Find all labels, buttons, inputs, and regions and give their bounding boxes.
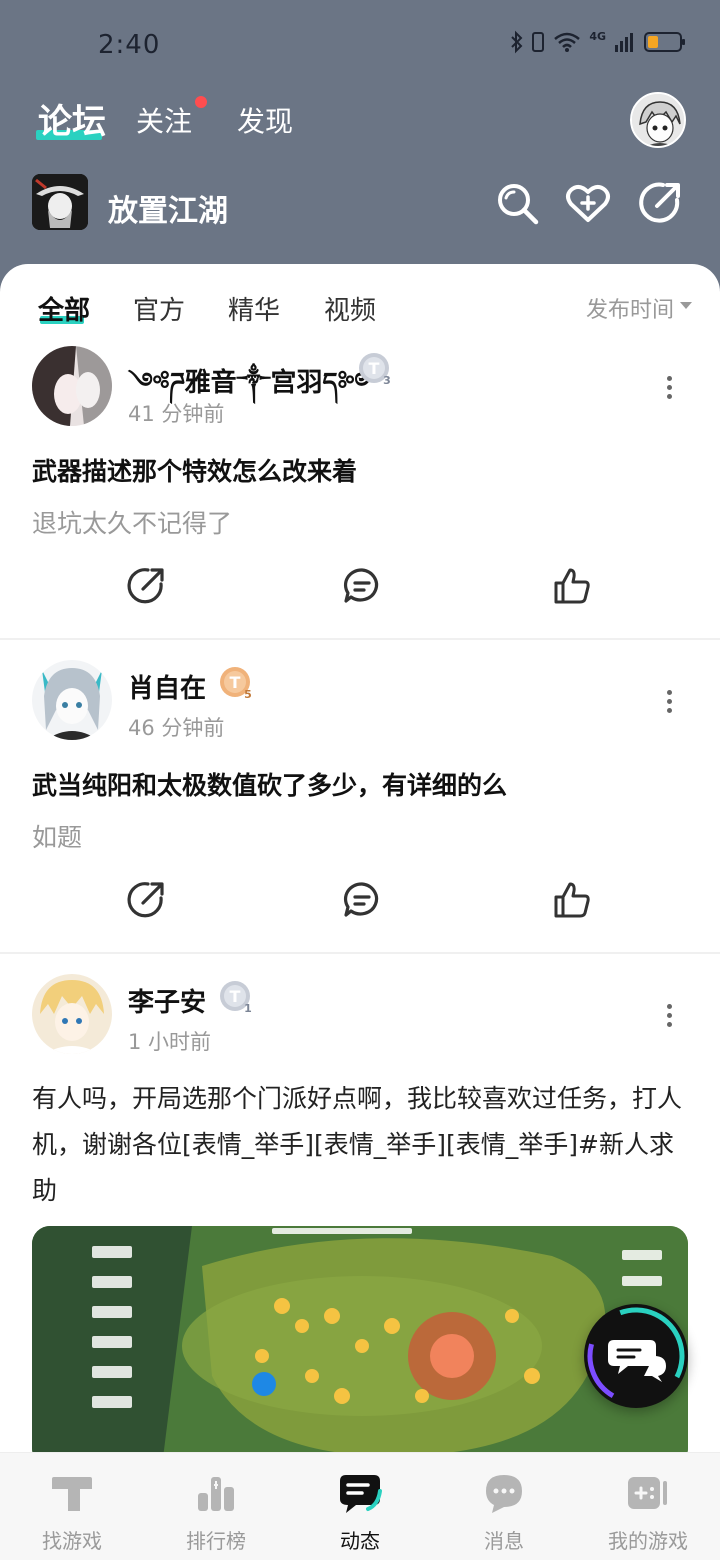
top-nav: 论坛 关注 发现 — [0, 90, 720, 160]
author-avatar[interactable] — [32, 660, 112, 740]
nav-messages[interactable]: 消息 — [432, 1453, 576, 1560]
author-avatar[interactable] — [32, 346, 112, 426]
network-type-label: 4G — [589, 29, 606, 43]
share-icon[interactable] — [126, 880, 166, 920]
post-title[interactable]: 武当纯阳和太极数值砍了多少，有详细的么 — [32, 766, 507, 802]
level-badge-icon: T1 — [220, 981, 252, 1014]
post-body[interactable]: 有人吗，开局选那个门派好点啊，我比较喜欢过任务，打人机，谢谢各位[表情_举手][… — [32, 1076, 692, 1214]
post-time: 1 小时前 — [128, 1030, 212, 1054]
status-bar: 2:40 4G — [0, 0, 720, 90]
post-title[interactable]: 武器描述那个特效怎么改来着 — [32, 452, 357, 488]
nav-rankings[interactable]: 排行榜 — [144, 1453, 288, 1560]
user-avatar[interactable] — [630, 92, 686, 148]
svg-text:1: 1 — [244, 1002, 252, 1014]
more-options-icon[interactable] — [666, 690, 674, 717]
level-badge-icon: T5 — [220, 667, 252, 700]
nav-label: 排行榜 — [186, 1529, 246, 1553]
filter-tab-all[interactable]: 全部 — [38, 290, 90, 327]
author-name[interactable]: 肖自在 — [128, 668, 206, 705]
message-icon — [486, 1475, 522, 1513]
nav-label: 找游戏 — [42, 1529, 102, 1553]
search-icon[interactable] — [494, 180, 540, 226]
svg-text:T: T — [230, 987, 241, 1006]
tab-following[interactable]: 关注 — [136, 100, 192, 140]
post-body[interactable]: 退坑太久不记得了 — [32, 504, 232, 540]
bluetooth-icon — [511, 30, 523, 54]
nav-label: 我的游戏 — [608, 1529, 688, 1553]
chat-fab-button[interactable] — [584, 1304, 688, 1408]
share-icon[interactable] — [637, 180, 683, 226]
chat-bubble-icon — [587, 1307, 685, 1405]
content-panel: 全部 官方 精华 视频 发布时间 ༺ཌ雅音༒宫羽ད༻ T3 41 分钟前 武器描… — [0, 264, 720, 1454]
thumbs-up-icon[interactable] — [552, 880, 592, 920]
caret-down-icon — [680, 302, 692, 309]
filter-tab-featured[interactable]: 精华 — [228, 290, 280, 327]
author-name[interactable]: 李子安 — [128, 982, 206, 1019]
filter-bar: 全部 官方 精华 视频 发布时间 — [0, 264, 720, 340]
vibrate-icon — [532, 32, 545, 52]
divider — [0, 952, 720, 954]
nav-feed[interactable]: 动态 — [288, 1453, 432, 1560]
post-time: 41 分钟前 — [128, 402, 225, 426]
tap-t-icon — [52, 1477, 92, 1511]
comment-icon[interactable] — [342, 880, 382, 920]
signal-icon — [615, 33, 633, 52]
game-logo[interactable] — [32, 174, 88, 230]
notification-dot — [193, 94, 209, 110]
comment-icon[interactable] — [342, 566, 382, 606]
status-icons: 4G — [511, 30, 686, 54]
game-header: 放置江湖 — [0, 170, 720, 244]
follow-heart-icon[interactable] — [565, 180, 611, 226]
svg-text:T: T — [230, 673, 241, 692]
feed-icon — [340, 1475, 382, 1513]
tab-discover[interactable]: 发现 — [237, 100, 293, 140]
nav-find-games[interactable]: 找游戏 — [0, 1453, 144, 1560]
svg-text:3: 3 — [383, 374, 391, 386]
tab-forum[interactable]: 论坛 — [38, 94, 106, 143]
more-options-icon[interactable] — [666, 1004, 674, 1031]
bottom-nav: 找游戏 排行榜 动态 消息 我的游戏 — [0, 1452, 720, 1560]
more-options-icon[interactable] — [666, 376, 674, 403]
status-time: 2:40 — [98, 30, 161, 60]
filter-tab-official[interactable]: 官方 — [133, 290, 185, 327]
thumbs-up-icon[interactable] — [552, 566, 592, 606]
sort-dropdown[interactable]: 发布时间 — [586, 292, 674, 324]
post-body[interactable]: 如题 — [32, 818, 82, 854]
gamepad-icon — [628, 1477, 667, 1509]
author-avatar[interactable] — [32, 974, 112, 1054]
svg-text:T: T — [369, 359, 380, 378]
post-time: 46 分钟前 — [128, 716, 225, 740]
svg-text:5: 5 — [244, 688, 252, 700]
battery-icon — [644, 32, 685, 52]
ranking-icon — [198, 1477, 234, 1511]
filter-tab-video[interactable]: 视频 — [324, 290, 376, 327]
game-title: 放置江湖 — [108, 194, 228, 229]
share-icon[interactable] — [126, 566, 166, 606]
nav-label: 消息 — [484, 1529, 524, 1553]
level-badge-icon: T3 — [359, 353, 391, 386]
nav-label: 动态 — [340, 1529, 380, 1553]
wifi-icon — [554, 32, 581, 52]
divider — [0, 638, 720, 640]
nav-my-games[interactable]: 我的游戏 — [576, 1453, 720, 1560]
